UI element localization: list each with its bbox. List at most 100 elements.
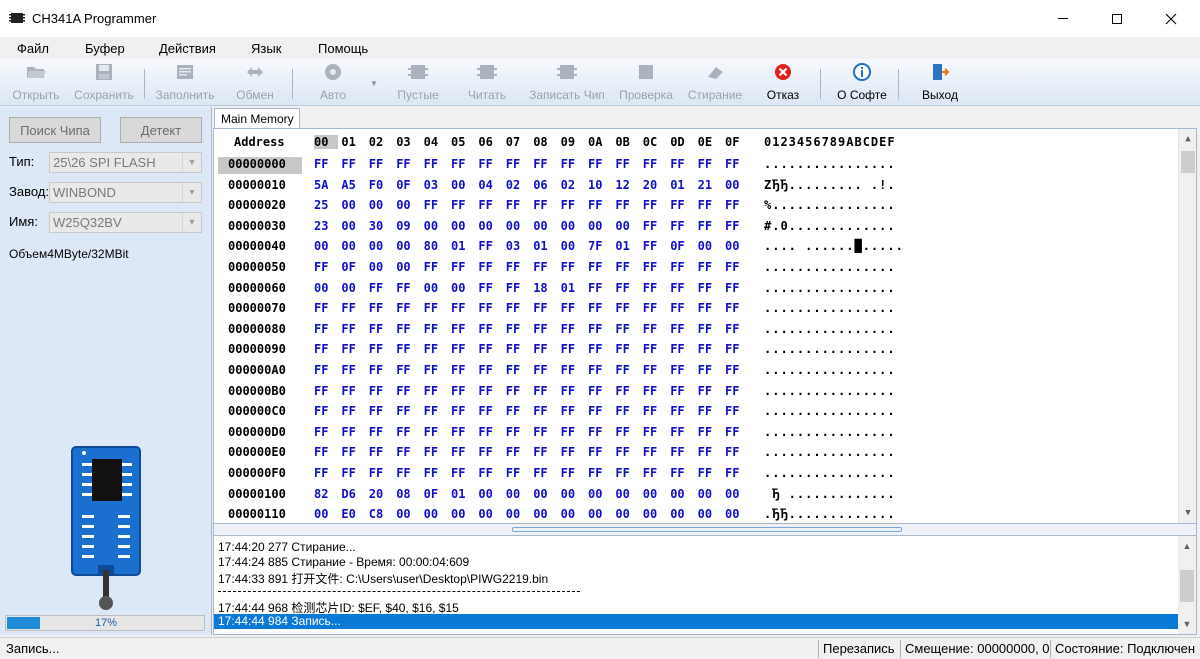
write-chip-button[interactable]: Записать Чип — [524, 61, 610, 103]
hex-byte[interactable]: 00 — [341, 219, 365, 233]
hex-row[interactable]: 00000040 00 00 00 00 80 01 FF 03 01 00 7F 01 FF 0F 00 00… — [214, 237, 1174, 257]
hex-byte[interactable]: 01 — [451, 239, 475, 253]
read-button[interactable]: Читать — [462, 61, 512, 103]
hex-byte[interactable]: FF — [396, 363, 420, 377]
hex-byte[interactable]: 00 — [341, 281, 365, 295]
hex-row[interactable]: 000000E0 FF FF FF FF FF FF FF FF FF FF FF FF FF FF FF FF… — [214, 443, 1174, 463]
hex-row[interactable]: 00000090 FF FF FF FF FF FF FF FF FF FF FF FF FF FF FF FF… — [214, 340, 1174, 360]
log-line-selected[interactable]: 17:44:44 984 Запись... — [214, 614, 1178, 629]
hex-byte[interactable]: FF — [698, 404, 722, 418]
hex-byte[interactable]: FF — [478, 425, 502, 439]
hex-byte[interactable]: FF — [396, 301, 420, 315]
hex-byte[interactable]: FF — [643, 260, 667, 274]
hex-byte[interactable]: FF — [369, 157, 393, 171]
hex-byte[interactable]: 00 — [396, 260, 420, 274]
hex-byte[interactable]: FF — [561, 425, 585, 439]
type-select[interactable]: 25\26 SPI FLASH ▼ — [49, 152, 202, 173]
vendor-select[interactable]: WINBOND ▼ — [49, 182, 202, 203]
hex-row[interactable]: 00000010 5A A5 F0 0F 03 00 04 02 06 02 10 12 20 01 21 00… — [214, 176, 1174, 196]
hex-byte[interactable]: FF — [698, 322, 722, 336]
hex-byte[interactable]: FF — [533, 322, 557, 336]
hex-byte[interactable]: FF — [506, 157, 530, 171]
hex-byte[interactable]: FF — [643, 198, 667, 212]
hex-byte[interactable]: 01 — [451, 487, 475, 501]
hex-byte[interactable]: 04 — [478, 178, 502, 192]
hex-byte[interactable]: 00 — [424, 281, 448, 295]
about-button[interactable]: О Софте — [834, 61, 890, 103]
hex-byte[interactable]: FF — [478, 301, 502, 315]
hex-byte[interactable]: FF — [725, 342, 749, 356]
hex-byte[interactable]: FF — [615, 198, 639, 212]
hex-byte[interactable]: FF — [561, 301, 585, 315]
hex-byte[interactable]: FF — [451, 157, 475, 171]
log-panel[interactable]: 17:44:20 277 Стирание... 17:44:24 885 Ст… — [213, 535, 1197, 635]
hex-byte[interactable]: 00 — [424, 507, 448, 521]
close-button[interactable] — [1148, 0, 1194, 37]
hex-byte[interactable]: FF — [369, 301, 393, 315]
hex-byte[interactable]: FF — [698, 157, 722, 171]
hex-byte[interactable]: FF — [588, 301, 612, 315]
hex-byte[interactable]: FF — [424, 157, 448, 171]
hex-byte[interactable]: FF — [670, 198, 694, 212]
hex-byte[interactable]: FF — [670, 445, 694, 459]
hex-byte[interactable]: FF — [725, 219, 749, 233]
hex-byte[interactable]: FF — [643, 404, 667, 418]
hex-byte[interactable]: FF — [643, 239, 667, 253]
hex-byte[interactable]: FF — [478, 384, 502, 398]
hex-byte[interactable]: FF — [670, 260, 694, 274]
hex-byte[interactable]: FF — [588, 342, 612, 356]
hex-byte[interactable]: FF — [615, 363, 639, 377]
maximize-button[interactable] — [1094, 0, 1140, 37]
hex-row[interactable]: 00000000 FF FF FF FF FF FF FF FF FF FF FF FF FF FF FF FF… — [214, 155, 1174, 175]
hex-byte[interactable]: FF — [478, 198, 502, 212]
hex-byte[interactable]: FF — [533, 363, 557, 377]
hex-byte[interactable]: 00 — [369, 198, 393, 212]
hex-byte[interactable]: 80 — [424, 239, 448, 253]
hex-byte[interactable]: 0F — [670, 239, 694, 253]
hex-byte[interactable]: FF — [588, 322, 612, 336]
hex-byte[interactable]: FF — [643, 322, 667, 336]
hex-byte[interactable]: 00 — [533, 219, 557, 233]
hex-byte[interactable]: FF — [588, 425, 612, 439]
hex-byte[interactable]: FF — [506, 384, 530, 398]
hex-byte[interactable]: FF — [506, 425, 530, 439]
hex-byte[interactable]: FF — [478, 363, 502, 377]
fill-button[interactable]: Заполнить — [152, 61, 218, 103]
hex-byte[interactable]: FF — [588, 198, 612, 212]
hex-byte[interactable]: 5A — [314, 178, 338, 192]
hex-byte[interactable]: FF — [588, 281, 612, 295]
menu-actions[interactable]: Действия — [159, 41, 216, 56]
hex-byte[interactable]: FF — [478, 281, 502, 295]
scroll-thumb[interactable] — [1180, 570, 1194, 602]
hex-byte[interactable]: 02 — [561, 178, 585, 192]
hex-byte[interactable]: FF — [670, 342, 694, 356]
hex-byte[interactable]: 00 — [341, 239, 365, 253]
hex-byte[interactable]: FF — [506, 466, 530, 480]
hex-byte[interactable]: FF — [369, 281, 393, 295]
hex-byte[interactable]: FF — [588, 157, 612, 171]
scroll-down-icon[interactable]: ▼ — [1179, 505, 1196, 521]
hex-byte[interactable]: 00 — [369, 260, 393, 274]
name-select[interactable]: W25Q32BV ▼ — [49, 212, 202, 233]
hex-byte[interactable]: FF — [643, 219, 667, 233]
hex-byte[interactable]: FF — [314, 322, 338, 336]
hex-byte[interactable]: FF — [670, 301, 694, 315]
hex-byte[interactable]: FF — [725, 301, 749, 315]
hex-byte[interactable]: 00 — [588, 507, 612, 521]
hex-byte[interactable]: FF — [698, 260, 722, 274]
hex-byte[interactable]: FF — [615, 157, 639, 171]
hex-byte[interactable]: FF — [506, 301, 530, 315]
hex-byte[interactable]: 00 — [698, 507, 722, 521]
hex-byte[interactable]: FF — [506, 198, 530, 212]
hex-byte[interactable]: FF — [451, 384, 475, 398]
hex-byte[interactable]: 00 — [615, 219, 639, 233]
hex-byte[interactable]: FF — [341, 363, 365, 377]
hex-byte[interactable]: FF — [396, 425, 420, 439]
cancel-button[interactable]: Отказ — [760, 61, 806, 103]
hex-byte[interactable]: FF — [451, 260, 475, 274]
hex-byte[interactable]: FF — [698, 425, 722, 439]
hex-byte[interactable]: 00 — [314, 281, 338, 295]
hex-byte[interactable]: FF — [561, 342, 585, 356]
hex-byte[interactable]: FF — [615, 425, 639, 439]
hex-row[interactable]: 00000020 25 00 00 00 FF FF FF FF FF FF FF FF FF FF FF FF… — [214, 196, 1174, 216]
